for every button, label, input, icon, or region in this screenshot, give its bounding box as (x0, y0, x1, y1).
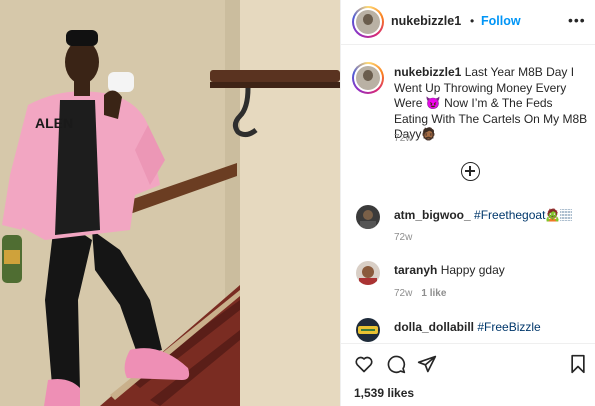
more-options-icon[interactable]: ••• (568, 12, 586, 28)
comment-timestamp[interactable]: 72w (394, 288, 412, 299)
comment-meta: 72w (394, 232, 412, 243)
bookmark-icon[interactable] (569, 354, 587, 374)
comment-avatar[interactable] (356, 261, 380, 285)
comments-list[interactable]: nukebizzle1 Last Year M8B Day I Went Up … (341, 46, 595, 343)
comment-timestamp[interactable]: 72w (394, 232, 412, 243)
caption-avatar[interactable] (352, 62, 384, 94)
comment-text[interactable]: #FreeBizzle (477, 320, 540, 334)
post-header: nukebizzle1 • Follow ••• (341, 0, 595, 45)
author-avatar[interactable] (352, 6, 384, 38)
header-separator: • (470, 14, 475, 28)
comment-text[interactable]: #Freethegoat🧟🏽 (474, 208, 572, 222)
comment-item: dolla_dollabill #FreeBizzle (394, 320, 541, 334)
photo-illustration: ALEN (0, 0, 340, 406)
author-username[interactable]: nukebizzle1 (391, 14, 461, 28)
comment-username[interactable]: dolla_dollabill (394, 320, 474, 334)
comment-item: atm_bigwoo_ #Freethegoat🧟🏽 (394, 208, 572, 223)
paper-plane-icon[interactable] (417, 354, 437, 374)
comment-avatar[interactable] (356, 205, 380, 229)
svg-text:ALEN: ALEN (35, 115, 73, 131)
comment-likes[interactable]: 1 like (421, 288, 446, 299)
comment-text: Happy gday (440, 263, 505, 277)
comment-username[interactable]: taranyh (394, 263, 437, 277)
post-side-panel: nukebizzle1 • Follow ••• nukebizzle1 Las… (340, 0, 595, 406)
comment-item: taranyh Happy gday (394, 263, 505, 277)
caption-username[interactable]: nukebizzle1 (394, 65, 461, 79)
plus-circle-icon[interactable] (461, 162, 480, 181)
heart-icon[interactable] (354, 354, 374, 374)
comment-avatar[interactable] (356, 318, 380, 342)
post-photo[interactable]: ALEN (0, 0, 340, 406)
caption-timestamp[interactable]: 72w (394, 133, 413, 144)
comment-icon[interactable] (386, 354, 406, 374)
follow-button[interactable]: Follow (481, 14, 521, 28)
comment-username[interactable]: atm_bigwoo_ (394, 208, 471, 222)
post-actions-bar (341, 343, 595, 383)
comment-meta: 72w 1 like (394, 288, 446, 299)
post-caption: nukebizzle1 Last Year M8B Day I Went Up … (394, 65, 589, 143)
likes-count[interactable]: 1,539 likes (354, 386, 414, 400)
